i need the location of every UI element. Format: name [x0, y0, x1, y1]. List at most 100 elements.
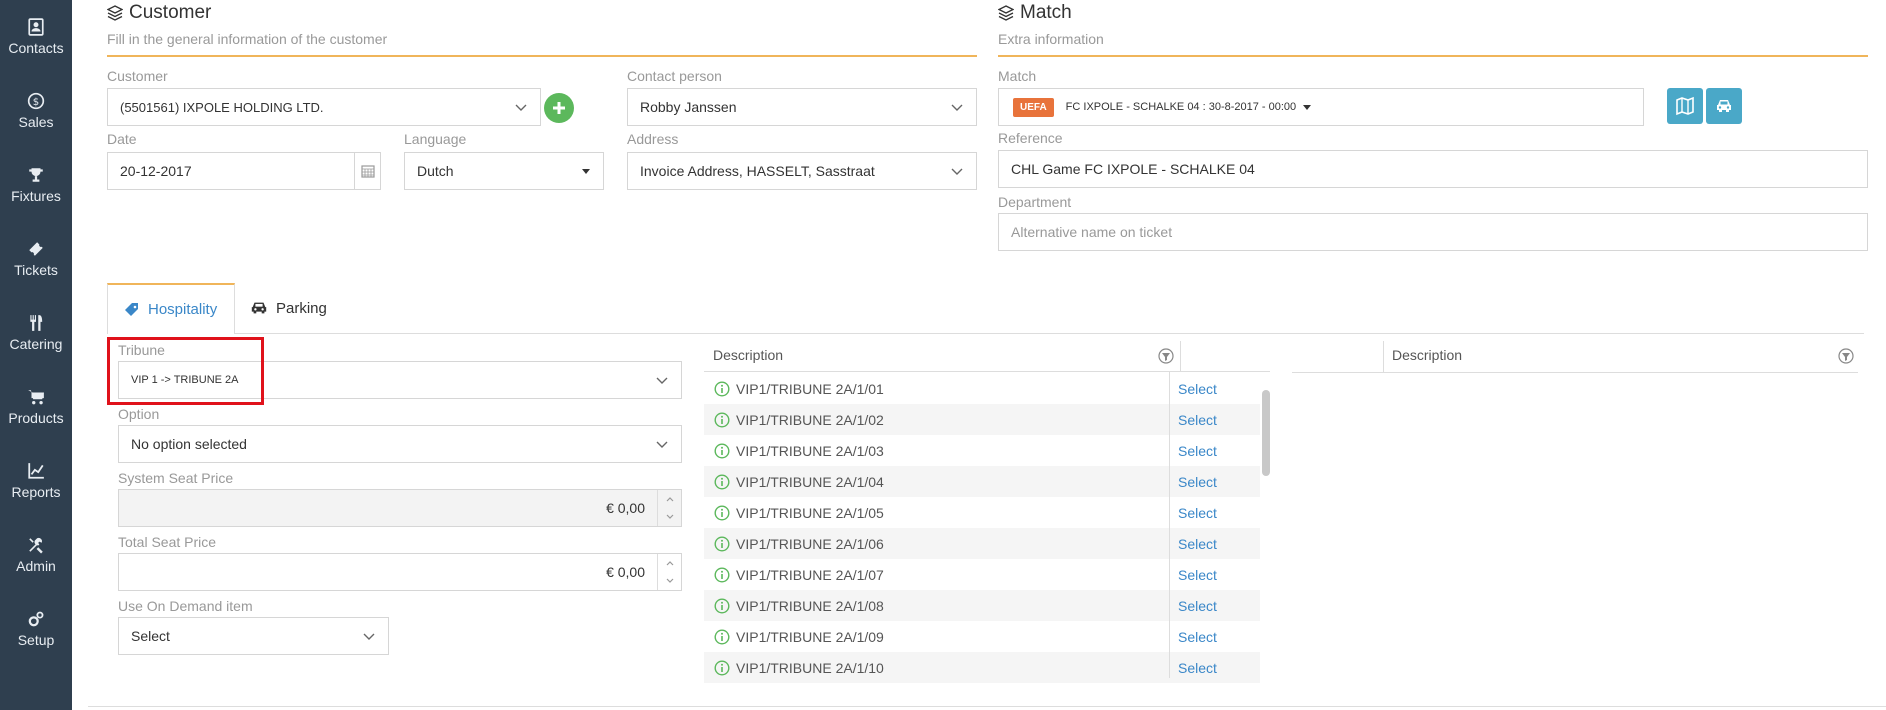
customer-label: Customer: [107, 68, 168, 84]
map-button[interactable]: [1667, 88, 1703, 124]
match-section-divider: [998, 55, 1868, 57]
on-demand-select[interactable]: Select: [118, 617, 389, 655]
seat-description: VIP1/TRIBUNE 2A/1/08: [736, 597, 884, 614]
tab-hospitality-label: Hospitality: [148, 301, 218, 318]
contact-person-select[interactable]: Robby Janssen: [627, 88, 977, 126]
seats-header-line: [704, 371, 1270, 372]
layers-icon: [107, 5, 123, 21]
department-input[interactable]: Alternative name on ticket: [998, 213, 1868, 251]
select-seat-link[interactable]: Select: [1170, 536, 1217, 552]
nav-contacts-label: Contacts: [8, 40, 64, 56]
filter-icon[interactable]: [1838, 348, 1854, 364]
chevron-down-icon: [515, 104, 527, 111]
select-seat-link[interactable]: Select: [1170, 381, 1217, 397]
reference-input[interactable]: CHL Game FC IXPOLE - SCHALKE 04: [998, 150, 1868, 188]
system-seat-price-label: System Seat Price: [118, 470, 234, 486]
nav-fixtures[interactable]: Fixtures: [0, 148, 72, 222]
nav-contacts[interactable]: Contacts: [0, 0, 72, 74]
system-seat-price-value: € 0,00: [606, 500, 645, 516]
select-seat-link[interactable]: Select: [1170, 443, 1217, 459]
address-select[interactable]: Invoice Address, HASSELT, Sasstraat: [627, 152, 977, 190]
department-label: Department: [998, 194, 1072, 210]
tag-icon: [125, 302, 138, 316]
seats-scrollbar-thumb[interactable]: [1262, 390, 1270, 476]
add-customer-button[interactable]: [544, 93, 574, 123]
nav-products-label: Products: [8, 410, 64, 426]
select-seat-link[interactable]: Select: [1170, 660, 1217, 676]
select-seat-link[interactable]: Select: [1170, 474, 1217, 490]
nav-reports[interactable]: Reports: [0, 444, 72, 518]
total-seat-price-value: € 0,00: [606, 564, 645, 580]
info-icon: [714, 504, 730, 521]
language-select[interactable]: Dutch: [404, 152, 604, 190]
table-row: VIP1/TRIBUNE 2A/1/05 Select: [704, 497, 1260, 528]
select-seat-link[interactable]: Select: [1170, 598, 1217, 614]
chevron-up-icon: [666, 561, 673, 566]
customer-select[interactable]: (5501561) IXPOLE HOLDING LTD.: [107, 88, 541, 126]
seats-table-header: Description: [713, 347, 784, 363]
info-icon: [714, 566, 730, 583]
match-label: Match: [998, 68, 1037, 84]
date-label: Date: [107, 131, 137, 147]
match-select[interactable]: UEFA FC IXPOLE - SCHALKE 04 : 30-8-2017 …: [998, 88, 1644, 126]
info-icon: [714, 442, 730, 459]
sidebar: Contacts $ Sales Fixtures Tickets Cateri…: [0, 0, 72, 710]
table-row: VIP1/TRIBUNE 2A/1/08 Select: [704, 590, 1260, 621]
spinner-down[interactable]: [658, 508, 681, 526]
match-section-title: Match: [998, 2, 1072, 24]
seat-description: VIP1/TRIBUNE 2A/1/06: [736, 535, 884, 552]
select-seat-link[interactable]: Select: [1170, 567, 1217, 583]
customer-select-value: (5501561) IXPOLE HOLDING LTD.: [120, 99, 324, 115]
contact-person-value: Robby Janssen: [640, 99, 737, 115]
chevron-down-icon: [666, 578, 673, 583]
customer-title-text: Customer: [129, 2, 212, 23]
system-price-spinner[interactable]: [657, 490, 681, 526]
tabs-baseline: [234, 333, 1864, 334]
table-row: VIP1/TRIBUNE 2A/1/07 Select: [704, 559, 1260, 590]
info-icon: [714, 628, 730, 645]
spinner-down[interactable]: [658, 572, 681, 590]
system-seat-price-input[interactable]: € 0,00: [118, 489, 682, 527]
nav-setup-label: Setup: [17, 632, 55, 648]
sales-icon: $: [27, 92, 45, 110]
cutlery-icon: [30, 315, 43, 331]
car-icon: [251, 302, 267, 314]
selected-table-header: Description: [1392, 347, 1463, 363]
contact-person-label: Contact person: [627, 68, 722, 84]
tab-hospitality[interactable]: Hospitality: [107, 283, 235, 334]
nav-sales[interactable]: $ Sales: [0, 74, 72, 148]
nav-setup[interactable]: Setup: [0, 592, 72, 666]
seat-description: VIP1/TRIBUNE 2A/1/01: [736, 380, 884, 397]
chevron-down-icon: [666, 514, 673, 519]
info-icon: [714, 535, 730, 552]
total-price-spinner[interactable]: [657, 554, 681, 590]
gears-icon: [28, 611, 44, 627]
chevron-down-icon: [656, 377, 668, 384]
nav-admin[interactable]: Admin: [0, 518, 72, 592]
date-input[interactable]: 20-12-2017: [107, 152, 381, 190]
chevron-down-icon: [656, 441, 668, 448]
map-icon: [1676, 96, 1694, 116]
nav-tickets[interactable]: Tickets: [0, 222, 72, 296]
nav-catering[interactable]: Catering: [0, 296, 72, 370]
tab-parking[interactable]: Parking: [250, 283, 327, 333]
address-value: Invoice Address, HASSELT, Sasstraat: [640, 163, 875, 179]
nav-products[interactable]: Products: [0, 370, 72, 444]
car-button[interactable]: [1706, 88, 1742, 124]
select-seat-link[interactable]: Select: [1170, 505, 1217, 521]
match-value: FC IXPOLE - SCHALKE 04 : 30-8-2017 - 00:…: [1065, 101, 1297, 113]
spinner-up[interactable]: [658, 554, 681, 572]
table-row: VIP1/TRIBUNE 2A/1/06 Select: [704, 528, 1260, 559]
total-seat-price-input[interactable]: € 0,00: [118, 553, 682, 591]
spinner-up[interactable]: [658, 490, 681, 508]
option-select[interactable]: No option selected: [118, 425, 682, 463]
select-seat-link[interactable]: Select: [1170, 412, 1217, 428]
table-row: VIP1/TRIBUNE 2A/1/09 Select: [704, 621, 1260, 652]
caret-down-icon: [582, 169, 590, 174]
date-picker-button[interactable]: [354, 153, 380, 189]
cart-icon: [28, 390, 44, 405]
filter-icon[interactable]: [1158, 348, 1174, 364]
on-demand-value: Select: [131, 628, 170, 644]
total-seat-price-label: Total Seat Price: [118, 534, 217, 550]
select-seat-link[interactable]: Select: [1170, 629, 1217, 645]
